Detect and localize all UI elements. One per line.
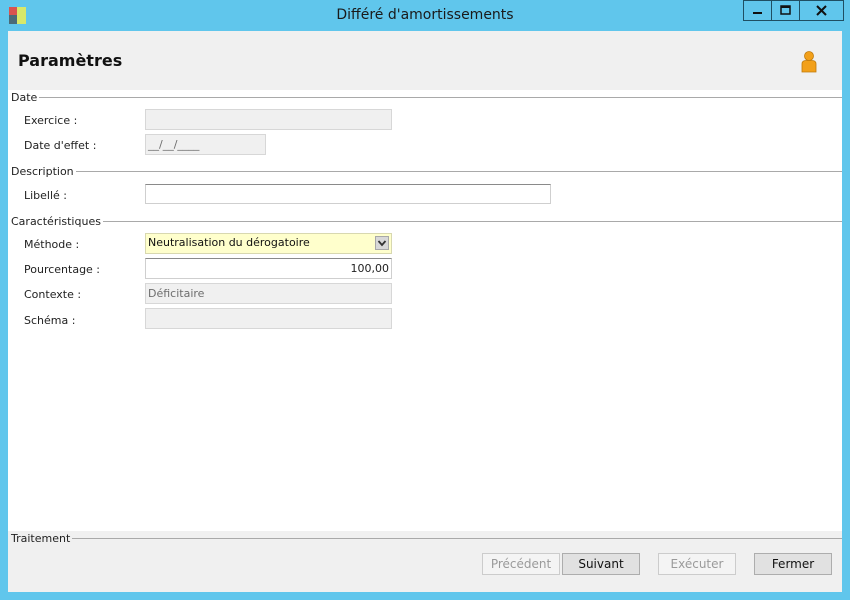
user-icon[interactable] — [800, 51, 818, 73]
date-effet-field[interactable]: __/__/____ — [145, 134, 266, 155]
dropdown-button[interactable] — [375, 236, 389, 250]
precedent-button[interactable]: Précédent — [482, 553, 560, 575]
group-separator-caracteristiques — [88, 221, 842, 222]
pourcentage-label: Pourcentage : — [24, 263, 101, 276]
close-icon — [816, 5, 827, 16]
window-title: Différé d'amortissements — [336, 7, 514, 23]
title-bar[interactable]: Différé d'amortissements — [0, 0, 850, 31]
exercice-field[interactable] — [145, 109, 392, 130]
libelle-field[interactable] — [145, 184, 551, 204]
fermer-button[interactable]: Fermer — [754, 553, 832, 575]
methode-label: Méthode : — [24, 238, 80, 251]
header-panel: Paramètres — [8, 31, 842, 90]
group-label-description: Description — [11, 165, 76, 178]
group-separator-traitement — [64, 538, 842, 539]
exercice-label: Exercice : — [24, 114, 78, 127]
contexte-field[interactable]: Déficitaire — [145, 283, 392, 304]
close-button[interactable] — [799, 0, 844, 21]
libelle-label: Libellé : — [24, 189, 68, 202]
minimize-icon — [753, 12, 762, 14]
page-title: Paramètres — [18, 51, 123, 70]
contexte-label: Contexte : — [24, 288, 82, 301]
schema-field[interactable] — [145, 308, 392, 329]
chevron-down-icon — [377, 240, 387, 247]
pourcentage-field[interactable]: 100,00 — [145, 258, 392, 279]
maximize-icon — [780, 5, 791, 15]
executer-button[interactable]: Exécuter — [658, 553, 736, 575]
group-label-traitement: Traitement — [11, 532, 73, 545]
maximize-button[interactable] — [771, 0, 800, 21]
methode-value: Neutralisation du dérogatoire — [148, 236, 310, 249]
schema-label: Schéma : — [24, 314, 76, 327]
application-window: Différé d'amortissements Paramètres Date… — [0, 0, 850, 600]
group-label-date: Date — [11, 91, 40, 104]
date-effet-label: Date d'effet : — [24, 139, 97, 152]
methode-dropdown[interactable]: Neutralisation du dérogatoire — [145, 233, 392, 254]
group-label-caracteristiques: Caractéristiques — [11, 215, 103, 228]
group-separator-description — [66, 171, 842, 172]
minimize-button[interactable] — [743, 0, 772, 21]
dialog-content: Paramètres Date Exercice : Date d'effet … — [8, 31, 842, 592]
group-separator-date — [36, 97, 842, 98]
footer-panel: Traitement Précédent Suivant Exécuter Fe… — [8, 531, 842, 592]
suivant-button[interactable]: Suivant — [562, 553, 640, 575]
